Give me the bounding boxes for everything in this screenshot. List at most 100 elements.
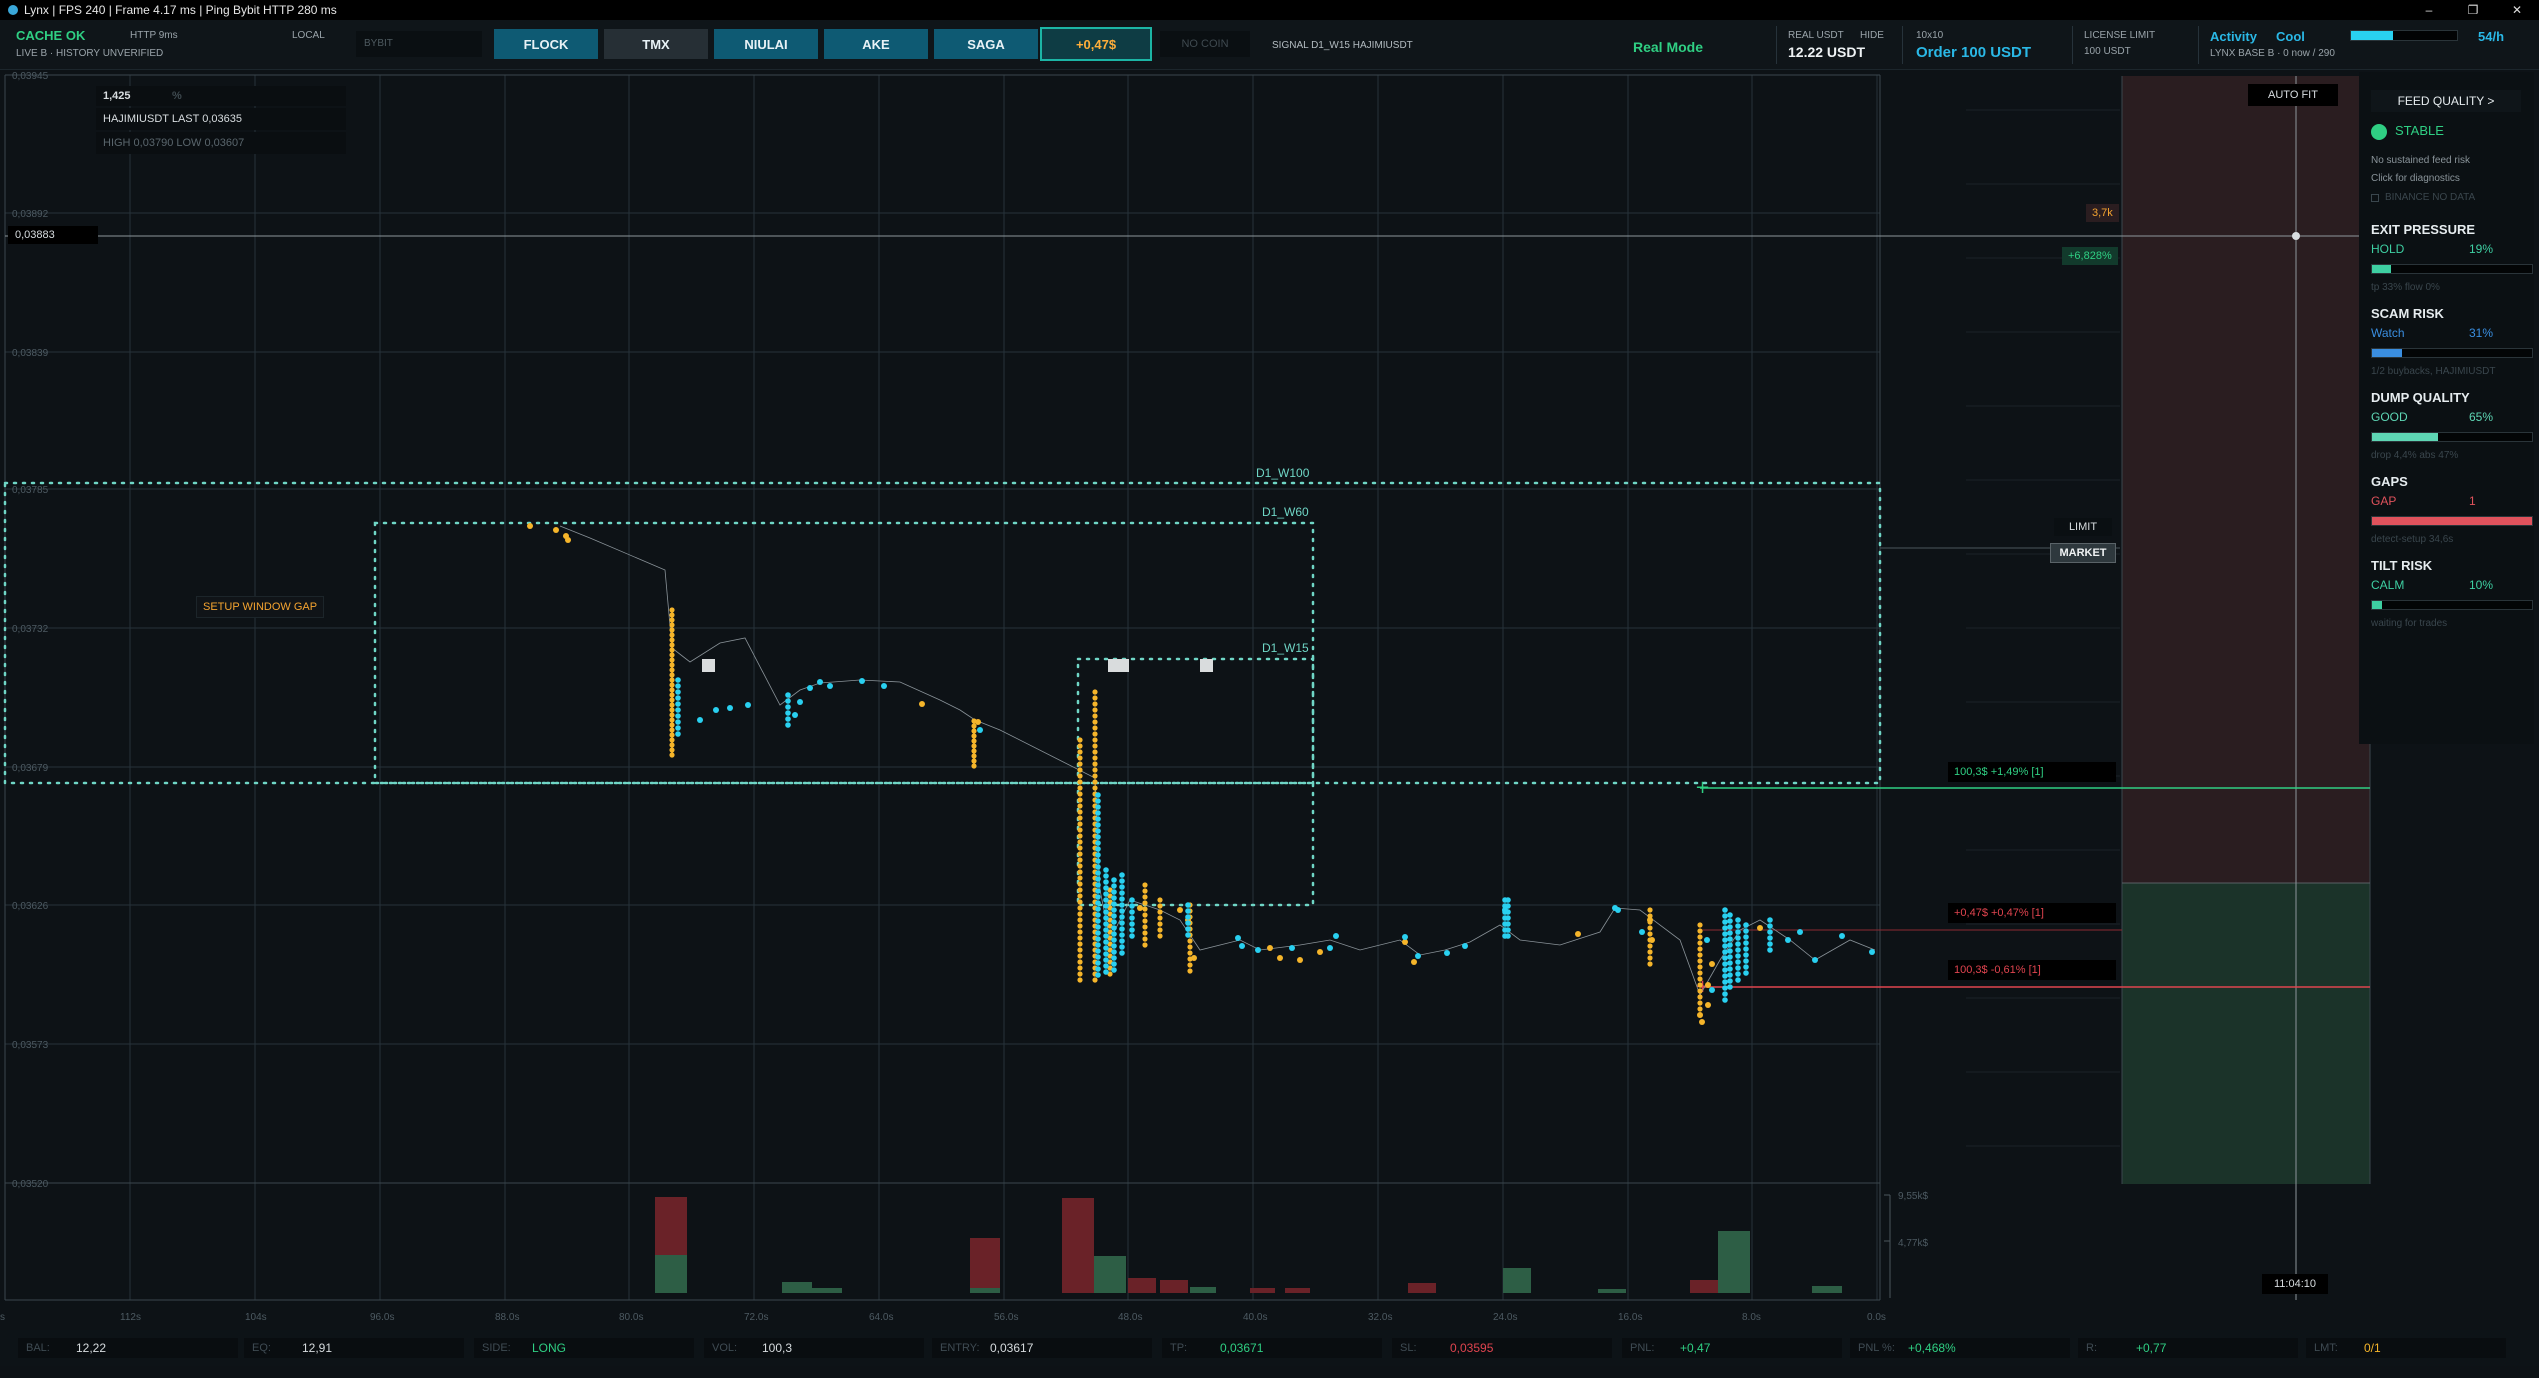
buy-trade-dot [1111,895,1117,901]
sell-trade-dot [1077,809,1083,815]
buy-trade-dot [1103,939,1109,945]
metric-title: EXIT PRESSURE [2371,222,2476,237]
sell-trade-dot [1697,1012,1703,1018]
price-axis-label: 0,03732 [12,624,49,635]
feed-quality-button[interactable]: FEED QUALITY > [2371,90,2521,112]
symbol-tab-tmx[interactable]: TMX [604,29,708,59]
binance-checkbox[interactable] [2371,194,2379,202]
activity-rate: 54/h [2478,29,2505,44]
buy-trade-dot [1095,972,1101,978]
hide-balance-button[interactable]: HIDE [1860,30,1884,41]
buy-trade-dot [1103,945,1109,951]
buy-trade-dot [1727,972,1733,978]
status-key: BAL: [26,1342,50,1354]
market-order-button[interactable]: MARKET [2050,543,2116,563]
sell-trade-dot [1757,925,1763,931]
status-key: ENTRY: [940,1342,980,1354]
order-size-button[interactable]: Order 100 USDT [1916,44,2031,61]
limit-order-button[interactable]: LIMIT [2054,518,2112,536]
sell-trade-dot [1092,731,1098,737]
sell-trade-dot [669,707,675,713]
sell-trade-dot [1647,907,1653,913]
buy-trade-dot [675,719,681,725]
maximize-button[interactable]: ❐ [2451,0,2495,20]
buy-trade-dot [1095,822,1101,828]
sell-trade-dot [1092,743,1098,749]
exchange-input[interactable]: BYBIT [356,31,482,57]
sell-trade-dot [1092,749,1098,755]
buy-trade-dot [1095,948,1101,954]
no-coin-button[interactable]: NO COIN [1160,31,1250,57]
buy-trade-dot [1111,907,1117,913]
sell-trade-dot [669,742,675,748]
buy-trade-dot [697,717,703,723]
window-label-d1-w15: D1_W15 [1262,641,1309,655]
status-cell: SL: 0,03595 [1392,1338,1612,1358]
buy-trade-dot [1129,915,1135,921]
sell-trade-dot [553,527,559,533]
real-usdt-label: REAL USDT [1788,30,1844,41]
buy-trade-dot [1415,953,1421,959]
sell-trade-dot [1077,833,1083,839]
sell-trade-dot [1077,893,1083,899]
buy-trade-dot [1743,940,1749,946]
metric-percent: 65% [2469,410,2494,424]
symbol-tab-saga[interactable]: SAGA [934,29,1038,59]
volume-bar [1128,1278,1156,1293]
divider [1776,26,1777,64]
buy-trade-dot [727,705,733,711]
close-button[interactable]: ✕ [2495,0,2539,20]
metric-title: TILT RISK [2371,558,2433,573]
sell-trade-dot [1142,918,1148,924]
buy-trade-dot [1119,896,1125,902]
sell-trade-dot [1092,761,1098,767]
buy-trade-dot [1119,944,1125,950]
buy-trade-dot [1095,936,1101,942]
status-key: SIDE: [482,1342,511,1354]
sell-trade-dot [1092,977,1098,983]
sell-trade-dot [1077,803,1083,809]
metric-bar-fill [2372,517,2532,525]
sell-trade-dot [1092,701,1098,707]
symbol-tab-flock[interactable]: FLOCK [494,29,598,59]
buy-trade-dot [1235,935,1241,941]
sell-trade-dot [1077,965,1083,971]
sell-trade-dot [669,632,675,638]
volume-bar [1250,1288,1275,1293]
feed-diagnostics-link[interactable]: Click for diagnostics [2371,173,2460,184]
status-value: +0,77 [2136,1341,2167,1355]
buy-trade-dot [1727,984,1733,990]
time-axis-label: 112s [120,1312,141,1323]
symbol-tab-niulai[interactable]: NIULAI [714,29,818,59]
buy-trade-dot [1111,943,1117,949]
buy-trade-dot [1743,958,1749,964]
buy-trade-dot [1727,960,1733,966]
metric-bar [2371,348,2533,358]
buy-trade-dot [1722,997,1728,1003]
time-axis-label: s [0,1312,5,1323]
metric-bar [2371,600,2533,610]
volume-bar [1160,1280,1188,1293]
sell-trade-dot [1705,1002,1711,1008]
sell-trade-dot [1092,785,1098,791]
sell-trade-dot [1077,941,1083,947]
minimize-button[interactable]: – [2407,0,2451,20]
volume-bar [655,1197,687,1255]
price-chart[interactable]: + + D1_W100 D1_W60 D1_W15 0,039450,03892… [0,70,2539,1332]
auto-fit-button[interactable]: AUTO FIT [2248,84,2338,106]
buy-trade-dot [1095,912,1101,918]
sell-trade-dot [1077,911,1083,917]
setup-window-gap-label: SETUP WINDOW GAP [196,596,325,618]
metric-bar-fill [2372,349,2403,357]
buy-trade-dot [1743,952,1749,958]
metric-percent: 1 [2469,494,2476,508]
symbol-tab-ake[interactable]: AKE [824,29,928,59]
buy-trade-dot [1095,930,1101,936]
buy-trade-dot [1239,943,1245,949]
buy-trade-dot [1111,925,1117,931]
sell-trade-dot [1575,931,1581,937]
cache-status: CACHE OK [16,28,86,43]
buy-trade-dot [1095,852,1101,858]
price-axis-label: 0,03785 [12,485,49,496]
position-pnl-button[interactable]: +0,47$ [1040,27,1152,61]
